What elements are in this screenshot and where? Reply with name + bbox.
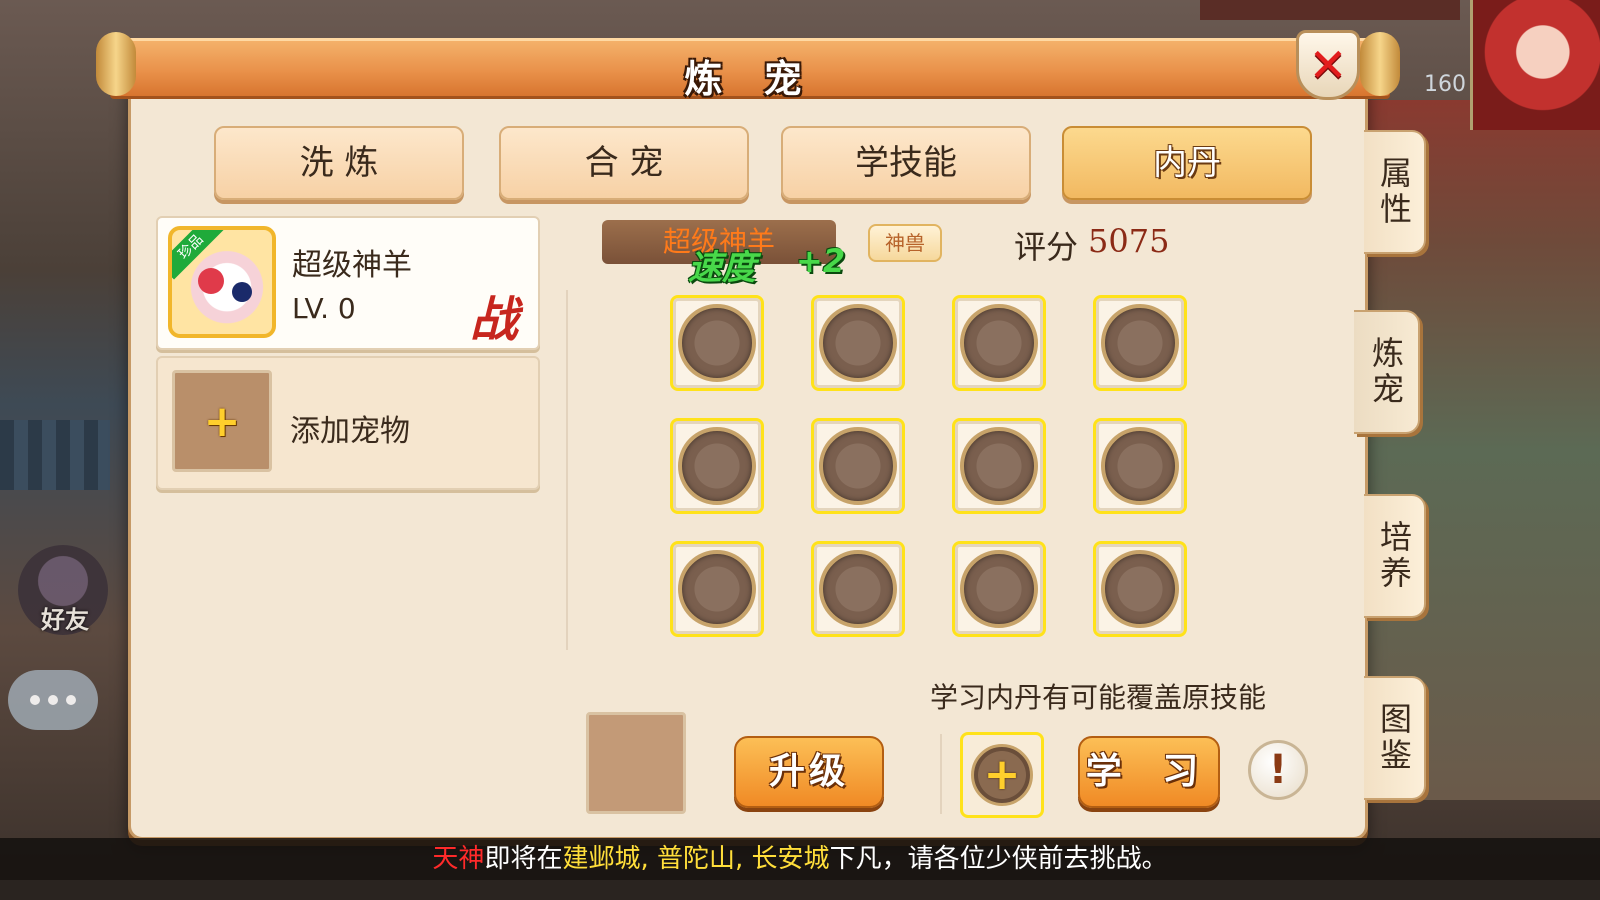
pet-type-badge: 神兽 bbox=[868, 224, 942, 262]
scroll-ornament-left bbox=[96, 32, 136, 96]
dan-disc-icon bbox=[1101, 550, 1179, 628]
ticker-city: 长安城 bbox=[751, 844, 830, 874]
dan-slot[interactable] bbox=[1093, 541, 1187, 637]
dan-disc-icon bbox=[819, 550, 897, 628]
plus-icon: + bbox=[971, 744, 1033, 806]
score-value: 5075 bbox=[1088, 222, 1170, 260]
ticker-text: 即将在 bbox=[484, 844, 563, 874]
dan-slot[interactable] bbox=[670, 295, 764, 391]
dan-disc-icon bbox=[960, 304, 1038, 382]
info-button[interactable]: ! bbox=[1248, 740, 1308, 800]
dan-slot[interactable] bbox=[811, 541, 905, 637]
add-pet-slot: + bbox=[172, 370, 272, 472]
ticker-text: 下凡，请各位少侠前去挑战。 bbox=[829, 844, 1168, 874]
tab-learn-skill[interactable]: 学技能 bbox=[781, 126, 1031, 200]
dan-disc-icon bbox=[960, 427, 1038, 505]
pet-eye bbox=[232, 282, 252, 302]
tab-inner-dan[interactable]: 内丹 bbox=[1062, 126, 1312, 200]
plus-icon: + bbox=[203, 395, 241, 447]
chat-dot-icon bbox=[30, 695, 40, 705]
dan-disc-icon bbox=[678, 304, 756, 382]
close-button[interactable]: ✕ bbox=[1296, 30, 1360, 100]
dan-slot[interactable] bbox=[1093, 295, 1187, 391]
dan-slot[interactable] bbox=[811, 418, 905, 514]
stat-gain-value: +2 bbox=[796, 242, 846, 280]
tab-refine[interactable]: 洗 炼 bbox=[214, 126, 464, 200]
dan-disc-icon bbox=[678, 550, 756, 628]
learn-button[interactable]: 学 习 bbox=[1078, 736, 1220, 808]
battle-status-mark: 战 bbox=[470, 292, 519, 348]
add-pet-label: 添加宠物 bbox=[290, 414, 410, 449]
side-tab-attributes[interactable]: 属性 bbox=[1364, 130, 1426, 254]
add-pet-button[interactable]: + 添加宠物 bbox=[156, 356, 540, 490]
side-tab-handbook[interactable]: 图鉴 bbox=[1364, 676, 1426, 800]
divider bbox=[566, 290, 568, 650]
dan-disc-icon bbox=[819, 304, 897, 382]
ticker-boss: 天神 bbox=[432, 844, 485, 874]
bottom-strip bbox=[0, 880, 1600, 900]
side-tab-train[interactable]: 培养 bbox=[1364, 494, 1426, 618]
pet-list-item[interactable]: 珍品 超级神羊 LV. 0 战 bbox=[156, 216, 540, 350]
background-status-bars bbox=[1200, 0, 1460, 20]
dan-disc-icon bbox=[960, 550, 1038, 628]
pet-avatar: 珍品 bbox=[168, 226, 276, 338]
dan-item-slot[interactable] bbox=[586, 712, 686, 814]
player-portrait[interactable] bbox=[1470, 0, 1600, 130]
dan-disc-icon bbox=[1101, 304, 1179, 382]
dan-slot[interactable] bbox=[952, 295, 1046, 391]
pet-level: LV. 0 bbox=[292, 292, 356, 325]
chat-dot-icon bbox=[66, 695, 76, 705]
news-ticker: 天神即将在建邺城, 普陀山, 长安城下凡，请各位少侠前去挑战。 bbox=[0, 838, 1600, 880]
chat-dot-icon bbox=[48, 695, 58, 705]
dan-slot[interactable] bbox=[811, 295, 905, 391]
side-tab-refine-pet[interactable]: 炼宠 bbox=[1354, 310, 1420, 434]
stat-gain-label: 速度 bbox=[688, 248, 756, 288]
tab-merge-pet[interactable]: 合 宠 bbox=[499, 126, 749, 200]
upgrade-button[interactable]: 升级 bbox=[734, 736, 884, 808]
ticker-separator: , bbox=[735, 844, 752, 874]
flower-icon bbox=[198, 268, 224, 294]
dan-disc-icon bbox=[819, 427, 897, 505]
dan-slot[interactable] bbox=[952, 418, 1046, 514]
friend-label: 好友 bbox=[41, 606, 89, 634]
learn-hint: 学习内丹有可能覆盖原技能 bbox=[930, 681, 1267, 714]
close-icon: ✕ bbox=[1308, 38, 1348, 92]
divider bbox=[940, 734, 942, 814]
background-roof bbox=[0, 420, 110, 490]
ticker-separator: , bbox=[640, 844, 657, 874]
panel-title: 炼 宠 bbox=[684, 57, 816, 101]
ticker-city: 建邺城 bbox=[562, 844, 641, 874]
pet-name: 超级神羊 bbox=[292, 248, 412, 283]
score-label: 评分 bbox=[1014, 228, 1079, 266]
chat-button[interactable] bbox=[8, 670, 98, 730]
dan-disc-icon bbox=[1101, 427, 1179, 505]
scroll-ornament-right bbox=[1360, 32, 1400, 96]
player-level-number: 160 bbox=[1424, 72, 1466, 97]
dan-slot[interactable] bbox=[952, 541, 1046, 637]
dan-slot[interactable] bbox=[1093, 418, 1187, 514]
add-dan-button[interactable]: + bbox=[960, 732, 1044, 818]
dan-slot[interactable] bbox=[670, 418, 764, 514]
dan-slot[interactable] bbox=[670, 541, 764, 637]
ticker-city: 普陀山 bbox=[657, 844, 736, 874]
dan-disc-icon bbox=[678, 427, 756, 505]
